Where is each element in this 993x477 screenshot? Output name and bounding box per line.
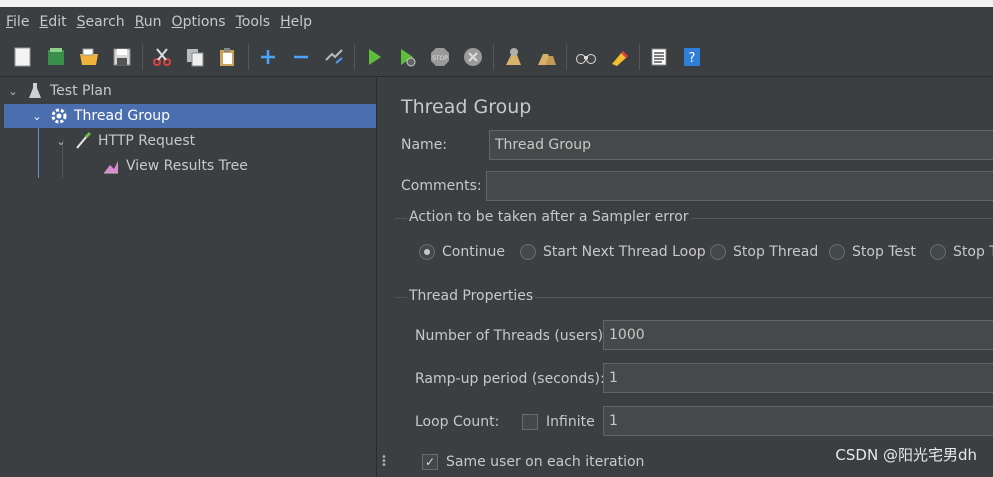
radio-button[interactable] (829, 244, 845, 260)
function-helper-icon[interactable] (646, 44, 672, 70)
start-icon[interactable] (361, 44, 387, 70)
toolbar-separator (354, 43, 355, 70)
start-no-pauses-icon[interactable] (394, 44, 420, 70)
threads-input[interactable]: 1000 (603, 320, 993, 350)
results-tree-icon (102, 157, 120, 175)
templates-icon[interactable] (43, 44, 69, 70)
clear-icon[interactable] (500, 44, 526, 70)
infinite-checkbox[interactable]: Infinite (522, 414, 595, 430)
menu-tools[interactable]: Tools (236, 14, 271, 30)
radio-label: Stop T (953, 244, 993, 260)
flask-icon (26, 82, 44, 100)
open-icon[interactable] (76, 44, 102, 70)
radio-button[interactable] (930, 244, 946, 260)
checkmark-icon[interactable]: ✓ (422, 454, 438, 470)
clear-all-icon[interactable] (533, 44, 559, 70)
tree-item-test-plan[interactable]: ⌄ Test Plan (4, 79, 376, 103)
toolbar-separator (248, 43, 249, 70)
svg-text:?: ? (689, 51, 696, 66)
watermark: CSDN @阳光宅男dh (835, 446, 977, 464)
chevron-down-icon[interactable]: ⌄ (30, 110, 44, 123)
toolbar: STOP ? (0, 37, 993, 77)
radio-label: Start Next Thread Loop (543, 244, 706, 260)
toolbar-separator (639, 43, 640, 70)
checkbox-box[interactable] (522, 414, 538, 430)
threads-label: Number of Threads (users): (415, 328, 608, 344)
chevron-down-icon[interactable]: ⌄ (6, 85, 20, 98)
toolbar-separator (493, 43, 494, 70)
copy-icon[interactable] (182, 44, 208, 70)
checkbox-label: Same user on each iteration (446, 454, 645, 470)
page-title: Thread Group (401, 96, 532, 118)
menu-help[interactable]: Help (280, 14, 312, 30)
radio-button[interactable] (710, 244, 726, 260)
cut-icon[interactable] (149, 44, 175, 70)
paste-icon[interactable] (215, 44, 241, 70)
radio-continue[interactable]: Continue (419, 244, 505, 260)
radio-label: Continue (442, 244, 505, 260)
radio-stop-test-now[interactable]: Stop T (930, 244, 993, 260)
shutdown-icon[interactable] (460, 44, 486, 70)
radio-label: Stop Test (852, 244, 916, 260)
toolbar-separator (566, 43, 567, 70)
menu-search[interactable]: Search (77, 14, 125, 30)
thread-group-panel: Thread Group Name: Thread Group Comments… (389, 78, 993, 477)
same-user-checkbox[interactable]: ✓ Same user on each iteration (422, 454, 644, 470)
rampup-label: Ramp-up period (seconds): (415, 371, 605, 387)
radio-label: Stop Thread (733, 244, 819, 260)
loop-count-input[interactable]: 1 (603, 406, 993, 436)
pipette-icon (74, 132, 92, 150)
loop-count-label: Loop Count: (415, 414, 500, 430)
tree-item-http-request[interactable]: ⌄ HTTP Request (4, 129, 376, 153)
radio-start-next-thread-loop[interactable]: Start Next Thread Loop (520, 244, 706, 260)
radio-button[interactable] (419, 244, 435, 260)
name-field[interactable]: Thread Group (489, 130, 993, 160)
tree-item-view-results-tree[interactable]: View Results Tree (4, 154, 376, 178)
toggle-icon[interactable] (321, 44, 347, 70)
expand-icon[interactable] (255, 44, 281, 70)
search-icon[interactable] (573, 44, 599, 70)
stop-icon[interactable]: STOP (427, 44, 453, 70)
tree-item-label: View Results Tree (126, 158, 248, 174)
menu-edit[interactable]: Edit (39, 14, 66, 30)
comments-field[interactable] (486, 171, 993, 201)
radio-button[interactable] (520, 244, 536, 260)
thread-properties-title: Thread Properties (407, 288, 536, 304)
chevron-down-icon[interactable]: ⌄ (54, 135, 68, 148)
radio-stop-test[interactable]: Stop Test (829, 244, 916, 260)
gear-icon (50, 107, 68, 125)
checkbox-label: Infinite (546, 414, 595, 430)
menu-bar: File Edit Search Run Options Tools Help (0, 0, 993, 36)
menu-options[interactable]: Options (172, 14, 226, 30)
split-pane-divider[interactable]: • • • (376, 78, 388, 477)
grip-icon[interactable]: • • • (381, 453, 387, 471)
help-icon[interactable]: ? (679, 44, 705, 70)
collapse-icon[interactable] (288, 44, 314, 70)
toolbar-separator (142, 43, 143, 70)
svg-text:STOP: STOP (432, 55, 448, 62)
name-label: Name: (401, 137, 448, 153)
rampup-input[interactable]: 1 (603, 363, 993, 393)
test-plan-tree: ⌄ Test Plan ⌄ Thread Group ⌄ HTTP Reques… (4, 78, 376, 477)
save-icon[interactable] (109, 44, 135, 70)
tree-item-thread-group[interactable]: ⌄ Thread Group (4, 104, 376, 128)
menu-run[interactable]: Run (135, 14, 162, 30)
comments-label: Comments: (401, 178, 482, 194)
tree-item-label: Thread Group (74, 108, 171, 124)
radio-stop-thread[interactable]: Stop Thread (710, 244, 818, 260)
new-icon[interactable] (10, 44, 36, 70)
tree-item-label: HTTP Request (98, 133, 196, 149)
menu-file[interactable]: File (6, 14, 29, 30)
reset-search-icon[interactable] (606, 44, 632, 70)
tree-item-label: Test Plan (50, 83, 112, 99)
error-action-title: Action to be taken after a Sampler error (407, 209, 691, 225)
